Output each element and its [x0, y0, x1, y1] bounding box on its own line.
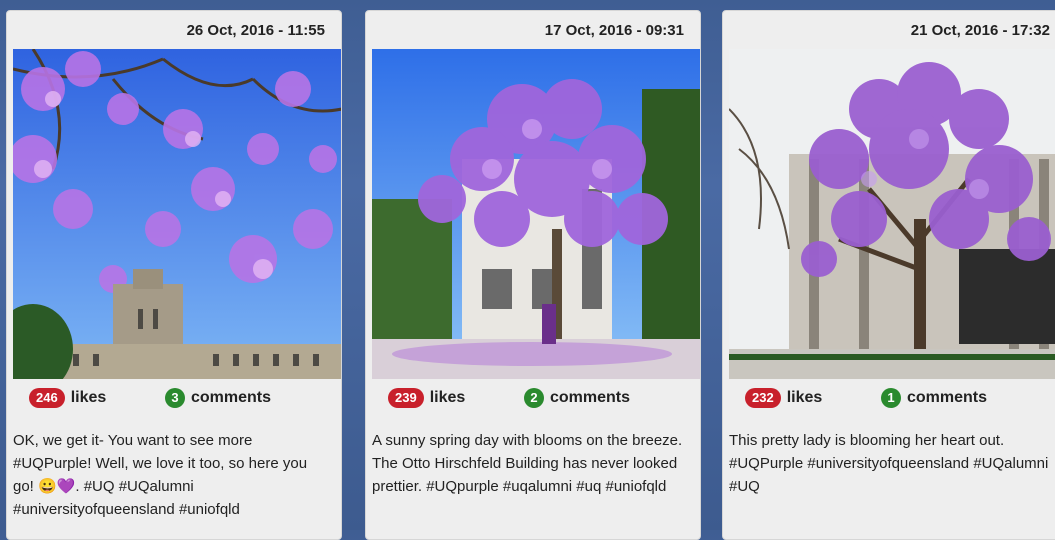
post-card[interactable]: 26 Oct, 2016 - 11:55 246 likes 3 comment…: [6, 10, 342, 540]
post-caption: This pretty lady is blooming her heart o…: [729, 432, 1049, 495]
post-date: 26 Oct, 2016 - 11:55: [186, 22, 325, 39]
post-date: 21 Oct, 2016 - 17:32: [910, 22, 1050, 39]
likes[interactable]: 232 likes: [745, 388, 822, 408]
likes-label: likes: [70, 389, 107, 406]
jacaranda-otto-hirschfeld-photo: [372, 49, 700, 379]
comments[interactable]: 2 comments: [524, 388, 630, 408]
post-caption: OK, we get it- You want to see more #UQP…: [13, 432, 308, 518]
jacaranda-tree-building-photo: [729, 49, 1055, 379]
comments-count-badge: 3: [165, 388, 185, 408]
comments-label: comments: [907, 389, 988, 406]
post-stats: 232 likes 1 comments: [723, 388, 1055, 412]
post-photo[interactable]: [13, 49, 341, 379]
jacaranda-sandstone-photo: [13, 49, 341, 379]
likes-count-badge: 246: [29, 388, 65, 408]
likes[interactable]: 239 likes: [388, 388, 465, 408]
comments-label: comments: [550, 389, 631, 406]
comments[interactable]: 1 comments: [881, 388, 987, 408]
likes-label: likes: [429, 389, 466, 406]
comments-count-badge: 2: [524, 388, 544, 408]
comments[interactable]: 3 comments: [165, 388, 271, 408]
likes-label: likes: [786, 389, 823, 406]
post-photo[interactable]: [729, 49, 1055, 379]
post-stats: 239 likes 2 comments: [366, 388, 700, 412]
post-stats: 246 likes 3 comments: [7, 388, 341, 412]
post-caption: A sunny spring day with blooms on the br…: [372, 432, 683, 495]
likes-count-badge: 239: [388, 388, 424, 408]
comments-count-badge: 1: [881, 388, 901, 408]
post-card[interactable]: 21 Oct, 2016 - 17:32 232 likes 1 comment…: [722, 10, 1055, 540]
likes-count-badge: 232: [745, 388, 781, 408]
post-card[interactable]: 17 Oct, 2016 - 09:31 239 likes 2 comment…: [365, 10, 701, 540]
comments-label: comments: [191, 389, 272, 406]
post-photo[interactable]: [372, 49, 700, 379]
likes[interactable]: 246 likes: [29, 388, 106, 408]
post-date: 17 Oct, 2016 - 09:31: [544, 22, 684, 39]
